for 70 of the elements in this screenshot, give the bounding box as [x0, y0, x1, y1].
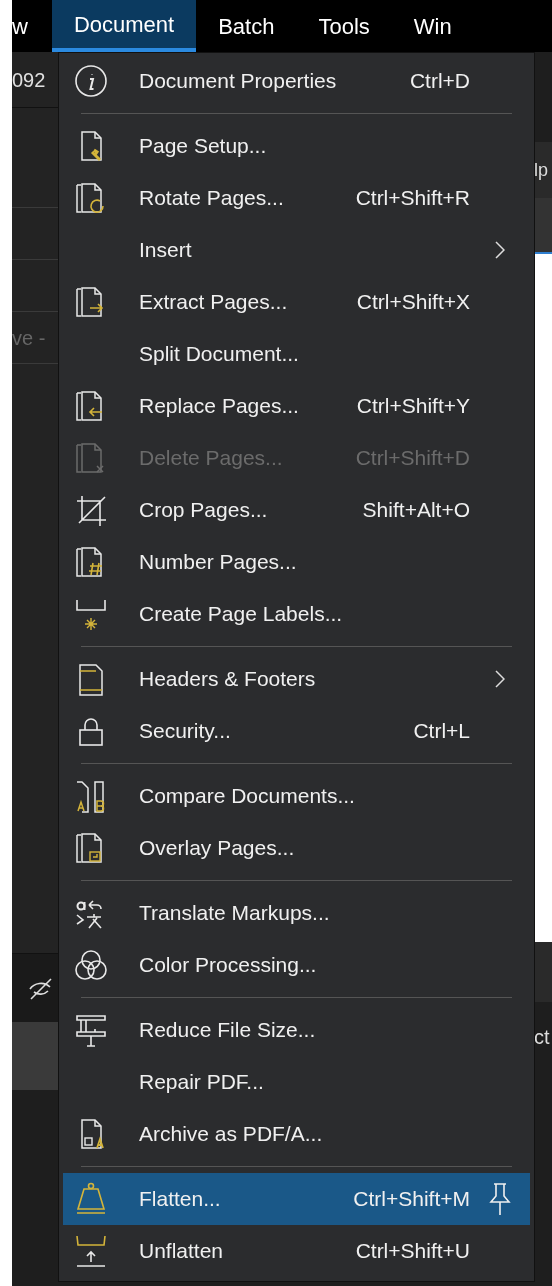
- menu-item[interactable]: Reduce File Size...: [63, 1004, 530, 1056]
- chevron-right-icon: [495, 241, 505, 259]
- pin-icon[interactable]: [488, 1181, 512, 1217]
- menu-item[interactable]: Translate Markups...: [63, 887, 530, 939]
- list-row: [12, 1022, 58, 1090]
- menu-item[interactable]: Overlay Pages...: [63, 822, 530, 874]
- menu-item-label: Translate Markups...: [139, 900, 331, 927]
- menu-item-label: Color Processing...: [139, 952, 318, 979]
- shortcut-text: Ctrl+D: [409, 68, 470, 95]
- menu-item[interactable]: Headers & Footers: [63, 653, 530, 705]
- menu-item[interactable]: Unflatten Ctrl+Shift+U: [63, 1225, 530, 1277]
- shortcut-text: Ctrl+Shift+X: [356, 289, 470, 316]
- menu-item[interactable]: Rotate Pages... Ctrl+Shift+R: [63, 172, 530, 224]
- menu-bar-item[interactable]: Document: [51, 0, 197, 52]
- field-hint-text: ve -: [12, 325, 46, 351]
- menu-item[interactable]: Archive as PDF/A...: [63, 1108, 530, 1160]
- menu-item[interactable]: Create Page Labels...: [63, 588, 530, 640]
- eye-slash-icon[interactable]: [28, 975, 54, 1001]
- menu-item-icon: [73, 63, 109, 99]
- menu-item-label: Number Pages...: [139, 549, 298, 576]
- menu-item-label: Security...: [139, 718, 232, 745]
- menu-item-label: Unflatten: [139, 1238, 225, 1265]
- menu-item-icon: [73, 947, 109, 983]
- menu-item-label: Rotate Pages...: [139, 185, 285, 212]
- menu-item-label: Extract Pages...: [139, 289, 289, 316]
- menu-item[interactable]: Extract Pages... Ctrl+Shift+X: [63, 276, 530, 328]
- shortcut-text: Ctrl+Shift+U: [355, 1238, 470, 1265]
- shortcut-text: Ctrl+Shift+Y: [356, 393, 470, 420]
- chevron-right-icon: [495, 670, 505, 688]
- shortcut-text: Shift+Alt+O: [362, 497, 470, 524]
- menu-item-label: Document Properties: [139, 68, 338, 95]
- menu-item[interactable]: Number Pages...: [63, 536, 530, 588]
- menu-item-icon: [73, 1233, 109, 1269]
- menu-item[interactable]: Split Document...: [63, 328, 530, 380]
- menu-bar-item[interactable]: Win: [391, 0, 474, 52]
- menu-item-label: Crop Pages...: [139, 497, 269, 524]
- menu-bar-item[interactable]: Batch: [196, 0, 297, 52]
- menu-item-label: Repair PDF...: [139, 1069, 265, 1096]
- menu-bar-item[interactable]: Tools: [296, 0, 392, 52]
- menu-item[interactable]: Color Processing...: [63, 939, 530, 991]
- shortcut-text: Ctrl+Shift+M: [353, 1186, 470, 1213]
- menu-item[interactable]: Crop Pages... Shift+Alt+O: [63, 484, 530, 536]
- menu-item[interactable]: Flatten... Ctrl+Shift+M: [63, 1173, 530, 1225]
- menu-item-label: Delete Pages...: [139, 445, 284, 472]
- menu-item[interactable]: Replace Pages... Ctrl+Shift+Y: [63, 380, 530, 432]
- toolbar-text: lp: [534, 158, 548, 182]
- menu-item-label: Create Page Labels...: [139, 601, 344, 628]
- file-name-text: 092: [12, 67, 46, 93]
- menu-item-label: Page Setup...: [139, 133, 268, 160]
- menu-item-label: Replace Pages...: [139, 393, 300, 420]
- menu-item[interactable]: Compare Documents...: [63, 770, 530, 822]
- menu-item-label: Overlay Pages...: [139, 835, 296, 862]
- menu-item[interactable]: Security... Ctrl+L: [63, 705, 530, 757]
- menu-item[interactable]: Repair PDF...: [63, 1056, 530, 1108]
- menu-item-icon: [73, 1012, 109, 1048]
- menu-item-label: Flatten...: [139, 1186, 222, 1213]
- shortcut-text: Ctrl+Shift+R: [355, 185, 470, 212]
- menu-item-label: Insert: [139, 237, 193, 264]
- shortcut-text: Ctrl+Shift+D: [355, 445, 470, 472]
- menu-item-label: Archive as PDF/A...: [139, 1121, 324, 1148]
- menu-item-label: Split Document...: [139, 341, 300, 368]
- menu-item-label: Headers & Footers: [139, 666, 317, 693]
- menu-item[interactable]: Page Setup...: [63, 120, 530, 172]
- shortcut-text: Ctrl+L: [413, 718, 470, 745]
- panel-text: ct: [534, 1025, 550, 1050]
- menu-item-label: Compare Documents...: [139, 783, 356, 810]
- menu-item[interactable]: Insert: [63, 224, 530, 276]
- menu-item-label: Reduce File Size...: [139, 1017, 317, 1044]
- menu-item[interactable]: Document Properties Ctrl+D: [63, 55, 530, 107]
- menu-bar-item[interactable]: w: [12, 0, 52, 52]
